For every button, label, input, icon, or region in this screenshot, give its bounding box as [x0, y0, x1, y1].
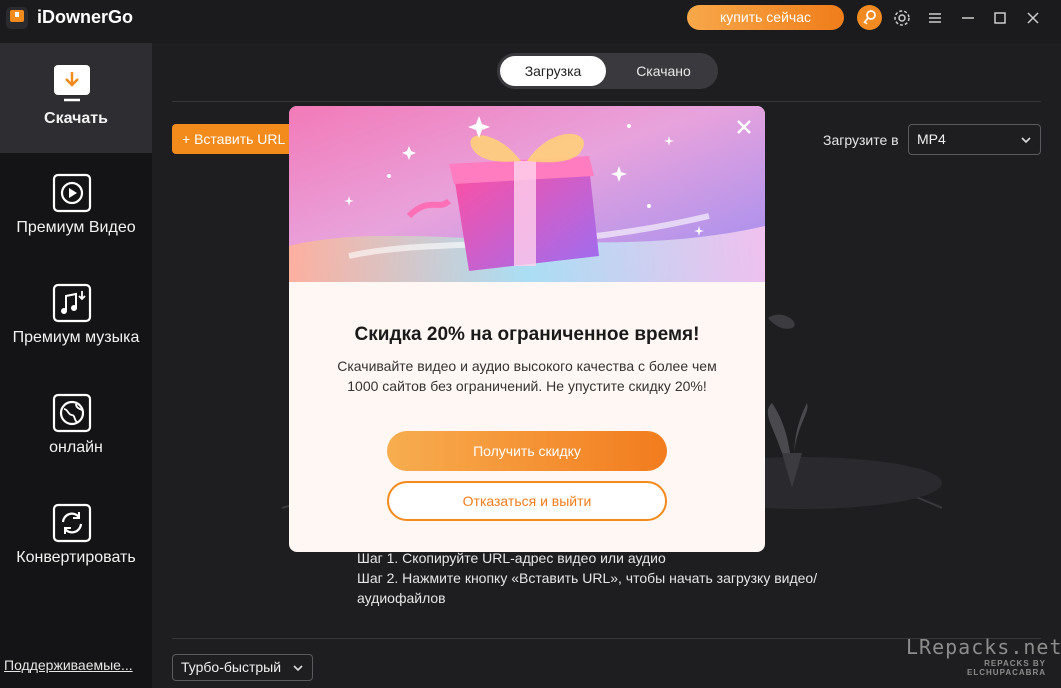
globe-icon — [52, 393, 92, 433]
watermark-sub: REPACKS BY ELCHUPACABRA — [967, 659, 1046, 677]
minimize-icon[interactable] — [958, 8, 978, 28]
format-select[interactable]: MP4 — [908, 124, 1041, 155]
supported-sites-link[interactable]: Поддерживаемые... — [4, 657, 133, 673]
modal-title: Скидка 20% на ограниченное время! — [354, 324, 700, 345]
sidebar: Скачать Премиум Видео Премиум музыка онл… — [0, 43, 152, 688]
settings-gear-icon[interactable] — [892, 8, 912, 28]
key-icon[interactable] — [857, 5, 882, 30]
speed-value: Турбо-быстрый — [181, 659, 282, 675]
instructions: Шаг 1. Скопируйте URL-адрес видео или ау… — [357, 548, 877, 608]
tab-switcher: Загрузка Скачано — [497, 53, 718, 89]
app-title: iDownerGo — [37, 7, 134, 27]
chevron-down-icon — [1021, 137, 1031, 144]
discount-modal: Скидка 20% на ограниченное время! Скачив… — [289, 106, 765, 552]
speed-select[interactable]: Турбо-быстрый — [172, 654, 313, 681]
menu-icon[interactable] — [925, 8, 945, 28]
close-icon[interactable] — [733, 116, 755, 138]
convert-icon — [52, 503, 92, 543]
step-2: Шаг 2. Нажмите кнопку «Вставить URL», чт… — [357, 570, 818, 606]
download-icon — [54, 65, 90, 102]
sidebar-item-convert[interactable]: Конвертировать — [0, 483, 152, 593]
sidebar-item-label: Премиум Видео — [16, 219, 136, 236]
watermark: LRepacks.net REPACKS BY ELCHUPACABRA — [906, 635, 1061, 677]
decline-exit-button[interactable]: Отказаться и выйти — [387, 481, 667, 521]
app-logo-icon — [6, 7, 28, 29]
get-discount-button[interactable]: Получить скидку — [387, 431, 667, 471]
sidebar-item-online[interactable]: онлайн — [0, 373, 152, 483]
sidebar-item-label: Премиум музыка — [12, 329, 140, 346]
title-bar: iDownerGo купить сейчас — [0, 0, 1061, 36]
music-icon — [52, 283, 92, 323]
close-window-icon[interactable] — [1023, 8, 1043, 28]
tab-downloaded[interactable]: Скачано — [612, 56, 715, 86]
format-value: MP4 — [917, 131, 946, 147]
format-label: Загрузите в — [823, 132, 899, 148]
maximize-icon[interactable] — [990, 8, 1010, 28]
paste-url-button[interactable]: + Вставить URL — [172, 124, 302, 154]
modal-body: Скачивайте видео и аудио высокого качест… — [337, 358, 717, 394]
watermark-main: LRepacks.net — [906, 635, 1061, 659]
chevron-down-icon — [293, 665, 303, 672]
play-video-icon — [52, 173, 92, 213]
buy-now-button[interactable]: купить сейчас — [687, 5, 844, 30]
gift-banner-illustration — [289, 106, 765, 282]
tab-downloading[interactable]: Загрузка — [500, 56, 606, 86]
sidebar-item-download[interactable]: Скачать — [0, 43, 152, 153]
sidebar-item-label: Конвертировать — [16, 549, 136, 566]
sidebar-item-label: Скачать — [44, 110, 108, 127]
divider — [172, 101, 1041, 102]
sidebar-item-premium-video[interactable]: Премиум Видео — [0, 153, 152, 263]
sidebar-item-premium-music[interactable]: Премиум музыка — [0, 263, 152, 373]
sidebar-item-label: онлайн — [49, 439, 103, 456]
